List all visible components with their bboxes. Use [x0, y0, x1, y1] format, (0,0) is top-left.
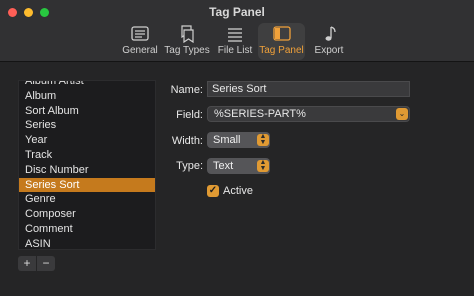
list-item[interactable]: Composer	[19, 207, 155, 222]
tab-export[interactable]: Export	[311, 23, 347, 60]
tab-tag-types-label: Tag Types	[164, 45, 210, 56]
field-label: Field:	[176, 109, 203, 121]
width-popup[interactable]: Small ▲ ▼	[207, 132, 270, 148]
tab-tag-panel-label: Tag Panel	[259, 45, 304, 56]
width-label: Width:	[171, 135, 203, 147]
tab-general[interactable]: General	[121, 23, 159, 60]
up-down-chevron-icon: ▲ ▼	[257, 133, 269, 146]
name-field[interactable]: Series Sort	[207, 81, 410, 97]
toolbar: Tag Panel General Tag Types File List Ta…	[0, 0, 474, 62]
export-icon	[325, 26, 336, 41]
active-checkbox[interactable]: ✓	[207, 185, 219, 197]
list-item[interactable]: Series	[19, 118, 155, 133]
tab-file-list-label: File List	[217, 45, 253, 56]
window-title: Tag Panel	[209, 5, 265, 19]
type-popup-value: Text	[213, 160, 234, 172]
up-down-chevron-icon: ▲ ▼	[257, 159, 269, 172]
tag-types-icon	[181, 25, 194, 43]
preferences-window: Tag Panel General Tag Types File List Ta…	[0, 0, 474, 296]
list-item[interactable]: Year	[19, 133, 155, 148]
list-item-selected[interactable]: Series Sort	[19, 177, 155, 193]
type-label: Type:	[176, 160, 203, 172]
field-combo-value: %SERIES-PART%	[214, 108, 306, 120]
list-item[interactable]: Album	[19, 89, 155, 104]
file-list-icon	[228, 28, 242, 42]
width-popup-value: Small	[213, 134, 241, 146]
remove-tag-button[interactable]: −	[37, 256, 55, 271]
field-combo-box[interactable]: %SERIES-PART% ⌄	[207, 106, 410, 122]
tag-list[interactable]: Album Artist Album Sort Album Series Yea…	[18, 80, 156, 250]
general-icon	[131, 26, 149, 41]
tab-tag-panel[interactable]: Tag Panel	[258, 23, 305, 60]
list-item[interactable]: Genre	[19, 192, 155, 207]
tab-export-label: Export	[314, 45, 344, 56]
tab-tag-types[interactable]: Tag Types	[164, 23, 210, 60]
tab-general-label: General	[122, 45, 158, 56]
chevron-down-icon[interactable]: ⌄	[396, 108, 408, 120]
list-item[interactable]: Disc Number	[19, 163, 155, 178]
list-item[interactable]: Sort Album	[19, 104, 155, 119]
type-popup[interactable]: Text ▲ ▼	[207, 158, 270, 174]
list-item[interactable]: Track	[19, 148, 155, 163]
list-item[interactable]: Album Artist	[19, 81, 155, 89]
tab-file-list[interactable]: File List	[216, 23, 254, 60]
name-label: Name:	[170, 84, 203, 96]
tag-panel-icon	[272, 26, 291, 41]
active-checkbox-label[interactable]: Active	[223, 185, 253, 197]
list-item[interactable]: ASIN	[19, 237, 155, 249]
add-tag-button[interactable]: +	[18, 256, 36, 271]
list-item[interactable]: Comment	[19, 222, 155, 237]
